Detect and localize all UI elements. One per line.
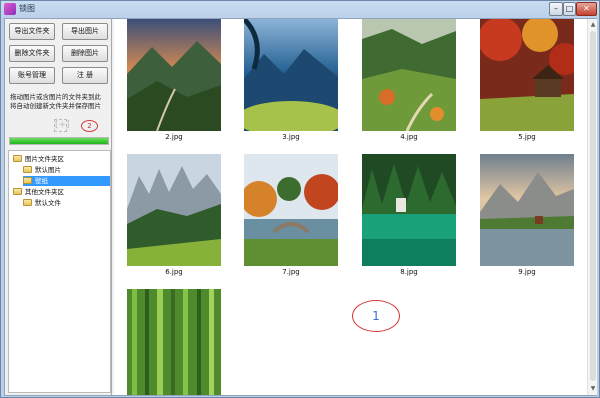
minimize-button[interactable]: – [549, 2, 563, 16]
register-button[interactable]: 注 册 [62, 67, 108, 84]
tree-item-default-images[interactable]: 默认图片 [23, 165, 110, 175]
tree-item-other-folders[interactable]: 其他文件夹区 [13, 187, 110, 197]
image-caption: 8.jpg [400, 268, 418, 276]
folder-icon [13, 188, 22, 195]
drop-hint: 拖动图片或含图片的文件夹到此 将自动创建新文件夹并保存图片 [10, 93, 110, 111]
close-button[interactable]: ✕ [576, 2, 597, 16]
thumb-image [127, 19, 221, 131]
scroll-thumb[interactable] [590, 31, 596, 381]
folder-icon [13, 155, 22, 162]
annotation-1: 1 [352, 300, 400, 332]
image-thumb[interactable] [362, 154, 456, 266]
window-title: 锁图 [19, 4, 35, 13]
progress-fill [10, 138, 108, 144]
image-caption: 5.jpg [518, 133, 536, 141]
image-caption: 2.jpg [165, 133, 183, 141]
delete-folder-button[interactable]: 删除文件夹 [9, 45, 55, 62]
title-bar[interactable]: 锁图 – □ ✕ [1, 1, 599, 17]
image-caption: 3.jpg [282, 133, 300, 141]
image-thumb[interactable] [480, 154, 574, 266]
app-icon [4, 3, 16, 15]
maximize-button[interactable]: □ [563, 2, 576, 16]
export-image-button[interactable]: 导出图片 [62, 23, 108, 40]
folder-icon [23, 199, 32, 206]
folder-icon [23, 166, 32, 173]
sidebar: 导出文件夹 导出图片 删除文件夹 删除图片 账号管理 注 册 拖动图片或含图片的… [5, 19, 112, 395]
image-thumb[interactable] [127, 289, 221, 395]
account-manage-button[interactable]: 账号管理 [9, 67, 55, 84]
tree-item-label: 壁纸 [35, 177, 48, 185]
thumb-image [244, 154, 338, 266]
tree-item-label: 默认文件 [35, 199, 61, 207]
image-thumb[interactable] [244, 154, 338, 266]
image-thumb[interactable] [127, 19, 221, 131]
tree-item-wallpaper[interactable]: 壁纸 [23, 176, 110, 186]
export-folder-button[interactable]: 导出文件夹 [9, 23, 55, 40]
drop-hint-line2: 将自动创建新文件夹并保存图片 [10, 102, 101, 110]
annotation-2: 2 [81, 120, 98, 132]
tree-item-label: 其他文件夹区 [25, 188, 64, 196]
progress-bar [9, 137, 109, 145]
thumb-image [244, 19, 338, 131]
thumb-image [127, 289, 221, 395]
image-thumb[interactable] [480, 19, 574, 131]
app-window: 锁图 – □ ✕ 导出文件夹 导出图片 删除文件夹 删除图片 账号管理 注 册 … [0, 0, 600, 398]
folder-icon [23, 177, 32, 184]
tree-item-label: 默认图片 [35, 166, 61, 174]
add-drop-target[interactable]: [+] [54, 119, 70, 132]
image-caption: 9.jpg [518, 268, 536, 276]
tree-item-default-files[interactable]: 默认文件 [23, 198, 110, 208]
thumb-image [362, 154, 456, 266]
thumb-image [127, 154, 221, 266]
delete-image-button[interactable]: 删除图片 [62, 45, 108, 62]
gallery-scrollbar[interactable]: ▲ ▼ [587, 19, 597, 395]
image-thumb[interactable] [127, 154, 221, 266]
scroll-up-icon[interactable]: ▲ [589, 21, 597, 29]
thumb-image [480, 154, 574, 266]
image-caption: 4.jpg [400, 133, 418, 141]
folder-tree: 图片文件夹区 默认图片 壁纸 其他文件夹区 默认文件 [8, 150, 111, 393]
image-caption: 6.jpg [165, 268, 183, 276]
image-gallery: 2.jpg 3.jpg 4.jpg 5.jpg 6.jpg 7.jpg 8.jp… [114, 19, 587, 395]
thumb-image [480, 19, 574, 131]
image-thumb[interactable] [244, 19, 338, 131]
tree-item-label: 图片文件夹区 [25, 155, 64, 163]
main-panel: 导出文件夹 导出图片 删除文件夹 删除图片 账号管理 注 册 拖动图片或含图片的… [4, 18, 597, 396]
scroll-down-icon[interactable]: ▼ [589, 385, 597, 393]
drop-hint-line1: 拖动图片或含图片的文件夹到此 [10, 93, 101, 101]
tree-item-image-folders[interactable]: 图片文件夹区 [13, 154, 110, 164]
image-thumb[interactable] [362, 19, 456, 131]
thumb-image [362, 19, 456, 131]
image-caption: 7.jpg [282, 268, 300, 276]
